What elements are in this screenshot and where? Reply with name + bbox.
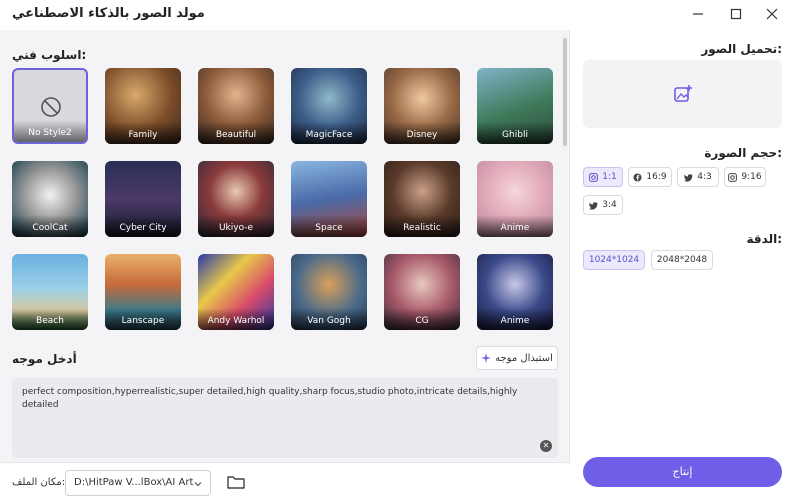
sparkle-icon	[481, 353, 492, 363]
instagram-icon	[589, 172, 599, 182]
style-section-label: اسلوب فني:	[12, 48, 87, 62]
style-tile-label: Space	[291, 215, 367, 237]
app-window: مولد الصور بالذكاء الاصطناعي اسلوب فني: …	[0, 0, 794, 500]
main-panel: اسلوب فني: No Style2 Family Beautiful Ma…	[0, 30, 570, 500]
resolution-option-label: 2048*2048	[656, 255, 708, 265]
maximize-button[interactable]	[724, 4, 748, 24]
style-tile-lanscape[interactable]: Lanscape	[105, 254, 181, 330]
style-tile-space[interactable]: Space	[291, 161, 367, 237]
style-tile-cg[interactable]: CG	[384, 254, 460, 330]
resolution-label: الدقة:	[746, 232, 783, 246]
suggest-prompt-label: استبدال موجه	[495, 352, 553, 364]
maximize-icon	[730, 8, 742, 20]
clear-prompt-button[interactable]: ✕	[540, 440, 552, 452]
style-tile-label: CoolCat	[12, 215, 88, 237]
settings-panel: تحميل الصور: حجم الصورة: 1:1 16:9 4:3 9:…	[571, 30, 794, 500]
style-tile-label: Anime	[477, 308, 553, 330]
style-tile-ukiyo-e[interactable]: Ukiyo-e	[198, 161, 274, 237]
style-tile-disney[interactable]: Disney	[384, 68, 460, 144]
style-tile-no-style[interactable]: No Style2	[12, 68, 88, 144]
style-tile-label: Family	[105, 122, 181, 144]
style-tile-beach[interactable]: Beach	[12, 254, 88, 330]
resolution-option-label: 1024*1024	[588, 255, 640, 265]
output-bar: مكان الملف: D:\HitPaw V...lBox\AI Art	[0, 462, 570, 500]
style-tile-label: Ghibli	[477, 122, 553, 144]
scrollbar-thumb[interactable]	[563, 38, 567, 146]
size-option-9-16[interactable]: 9:16	[724, 167, 766, 187]
style-tile-label: Realistic	[384, 215, 460, 237]
style-tile-beautiful[interactable]: Beautiful	[198, 68, 274, 144]
no-style-icon	[41, 97, 61, 117]
size-option-label: 4:3	[697, 172, 712, 182]
style-tile-anime[interactable]: Anime	[477, 161, 553, 237]
upload-label: تحميل الصور:	[701, 42, 782, 56]
style-tile-magicface[interactable]: MagicFace	[291, 68, 367, 144]
style-tile-van-gogh[interactable]: Van Gogh	[291, 254, 367, 330]
folder-icon[interactable]	[226, 473, 246, 491]
close-button[interactable]	[760, 4, 784, 24]
style-tile-cyber-city[interactable]: Cyber City	[105, 161, 181, 237]
output-path-select[interactable]: D:\HitPaw V...lBox\AI Art	[65, 470, 211, 496]
minimize-button[interactable]	[686, 4, 710, 24]
twitter-icon	[589, 201, 598, 210]
size-option-label: 1:1	[602, 172, 617, 182]
output-path-value: D:\HitPaw V...lBox\AI Art	[74, 477, 194, 488]
style-tile-label: Beautiful	[198, 122, 274, 144]
style-tile-label: Andy Warhol	[198, 308, 274, 330]
size-option-1-1[interactable]: 1:1	[583, 167, 623, 187]
style-tile-anime-2[interactable]: Anime	[477, 254, 553, 330]
resolution-option-2048[interactable]: 2048*2048	[651, 250, 713, 270]
output-path-label: مكان الملف:	[12, 477, 66, 488]
style-tile-label: No Style2	[14, 120, 86, 142]
style-tile-label: Lanscape	[105, 308, 181, 330]
app-title: مولد الصور بالذكاء الاصطناعي	[12, 6, 205, 21]
generate-button[interactable]: إنتاج	[583, 457, 782, 487]
upload-image-area[interactable]	[583, 60, 782, 128]
style-tile-label: Ukiyo-e	[198, 215, 274, 237]
style-tile-coolcat[interactable]: CoolCat	[12, 161, 88, 237]
prompt-label: أدخل موجه	[12, 352, 77, 366]
instagram-icon	[728, 172, 738, 182]
chevron-down-icon	[194, 482, 202, 487]
close-icon: ✕	[542, 441, 550, 450]
size-option-label: 9:16	[741, 172, 762, 182]
style-tile-label: CG	[384, 308, 460, 330]
style-tile-label: MagicFace	[291, 122, 367, 144]
size-option-4-3[interactable]: 4:3	[677, 167, 719, 187]
size-option-3-4[interactable]: 3:4	[583, 195, 623, 215]
style-tile-label: Disney	[384, 122, 460, 144]
resolution-option-1024[interactable]: 1024*1024	[583, 250, 645, 270]
style-tile-label: Cyber City	[105, 215, 181, 237]
size-option-label: 3:4	[602, 200, 617, 210]
style-tile-realistic[interactable]: Realistic	[384, 161, 460, 237]
prompt-input[interactable]: perfect composition,hyperrealistic,super…	[12, 378, 558, 458]
close-icon	[766, 8, 778, 20]
style-tile-family[interactable]: Family	[105, 68, 181, 144]
prompt-text[interactable]: perfect composition,hyperrealistic,super…	[22, 386, 542, 412]
style-tile-label: Van Gogh	[291, 308, 367, 330]
size-label: حجم الصورة:	[704, 146, 782, 160]
add-image-icon	[673, 85, 692, 102]
twitter-icon	[684, 173, 693, 182]
style-tile-ghibli[interactable]: Ghibli	[477, 68, 553, 144]
minimize-icon	[693, 13, 703, 15]
style-tile-label: Beach	[12, 308, 88, 330]
style-tile-label: Anime	[477, 215, 553, 237]
style-tile-andy-warhol[interactable]: Andy Warhol	[198, 254, 274, 330]
size-option-label: 16:9	[646, 172, 667, 182]
size-option-16-9[interactable]: 16:9	[628, 167, 672, 187]
suggest-prompt-button[interactable]: استبدال موجه	[476, 346, 558, 370]
style-grid: اسلوب فني: No Style2 Family Beautiful Ma…	[0, 30, 562, 338]
facebook-icon	[633, 173, 642, 181]
title-bar: مولد الصور بالذكاء الاصطناعي	[0, 0, 794, 30]
